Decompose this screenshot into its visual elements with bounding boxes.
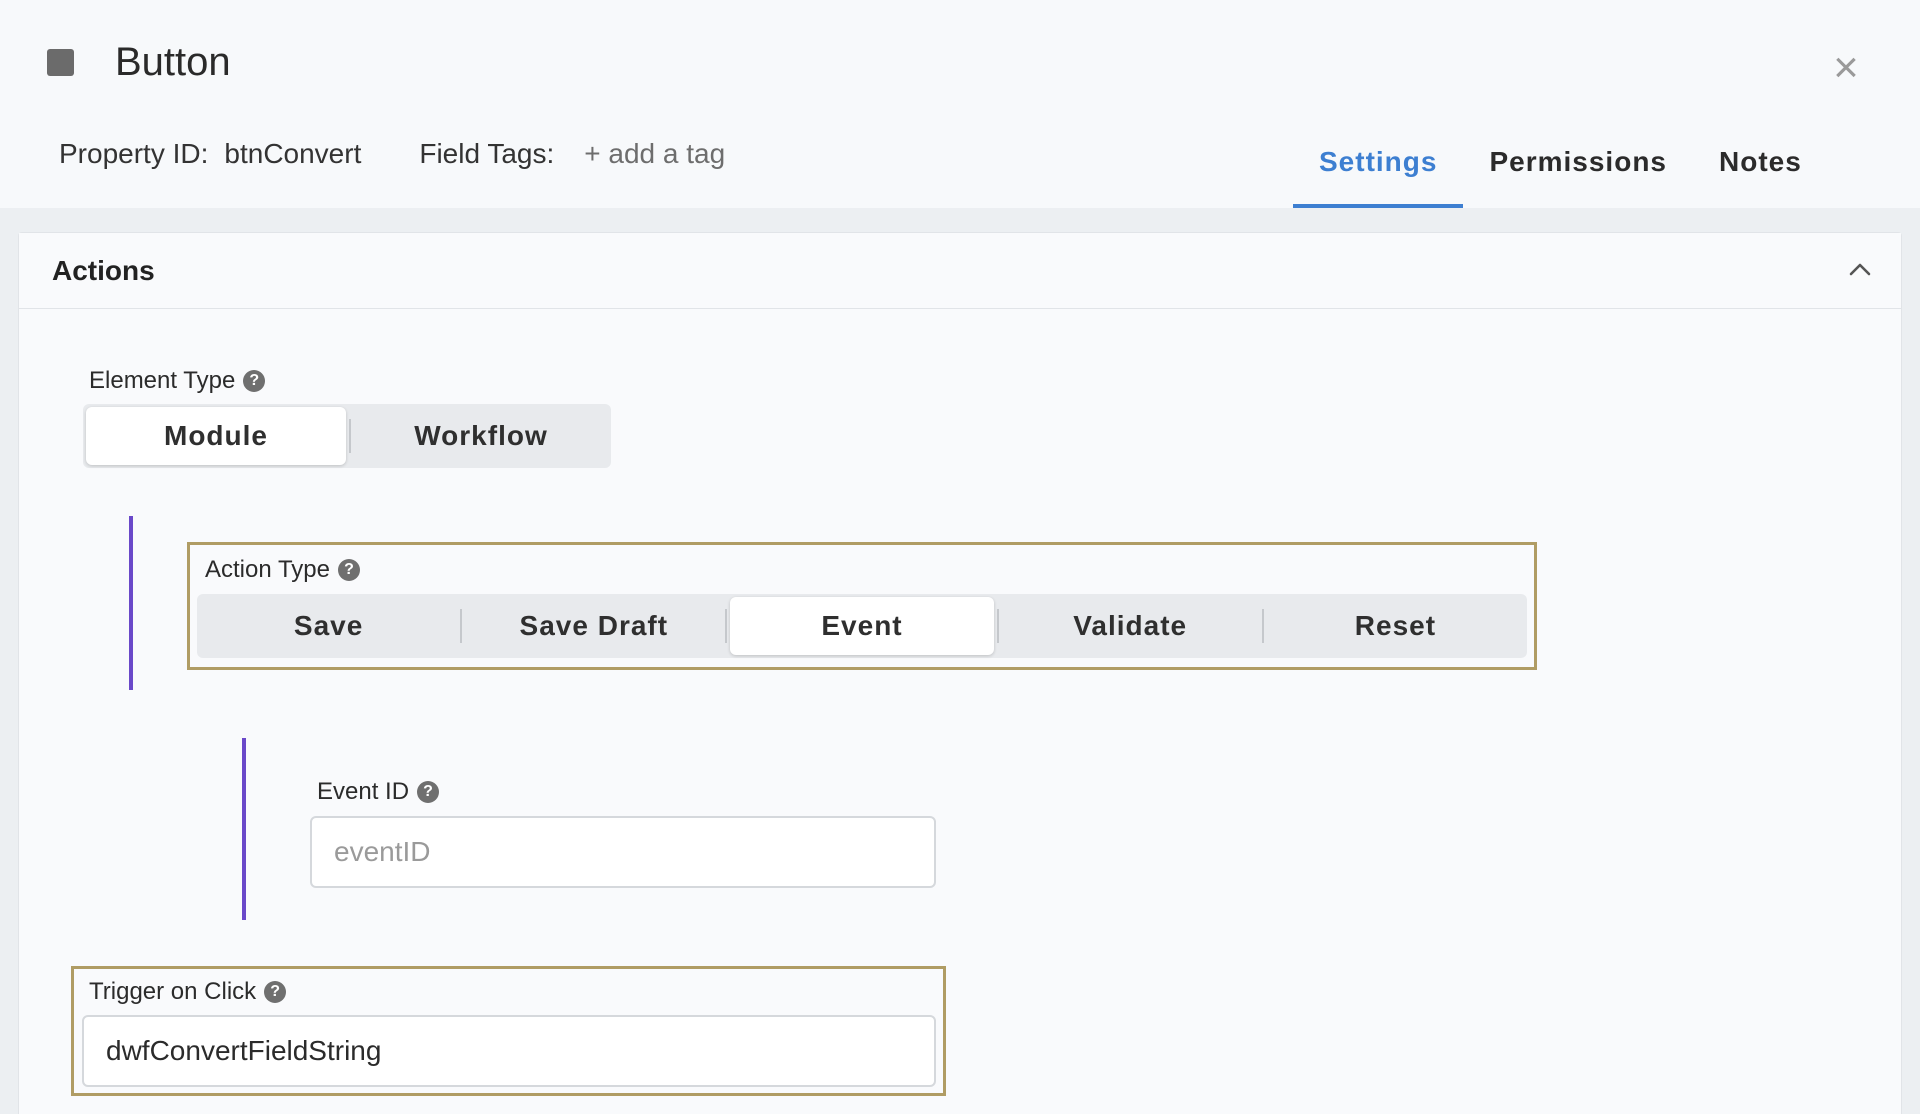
element-type-option-workflow[interactable]: Workflow: [351, 404, 611, 468]
panel-title: Actions: [52, 255, 155, 286]
tab-settings[interactable]: Settings: [1293, 138, 1464, 208]
trigger-on-click-label-text: Trigger on Click: [89, 978, 257, 1005]
add-tag-link[interactable]: + add a tag: [584, 138, 725, 170]
help-icon[interactable]: ?: [243, 370, 266, 392]
element-type-label: Element Type ?: [89, 367, 266, 395]
action-type-label-text: Action Type: [205, 556, 330, 583]
nested-indicator-bar: [242, 738, 246, 920]
help-icon[interactable]: ?: [417, 781, 440, 803]
help-icon[interactable]: ?: [337, 559, 360, 581]
element-type-label-text: Element Type: [89, 367, 236, 394]
action-type-option-reset[interactable]: Reset: [1264, 594, 1527, 658]
action-type-option-validate[interactable]: Validate: [999, 594, 1262, 658]
trigger-on-click-input[interactable]: dwfConvertFieldString: [82, 1015, 936, 1087]
modal-title: Button: [115, 40, 231, 84]
modal-header: Button × Property ID: btnConvert Field T…: [0, 0, 1920, 208]
help-icon[interactable]: ?: [264, 981, 287, 1003]
action-type-option-save[interactable]: Save: [197, 594, 460, 658]
square-icon: [47, 49, 74, 76]
action-type-option-save-draft[interactable]: Save Draft: [462, 594, 725, 658]
tab-notes[interactable]: Notes: [1693, 138, 1828, 208]
event-id-label: Event ID ?: [317, 778, 440, 806]
nested-indicator-bar: [129, 516, 133, 690]
action-type-toggle: Save Save Draft Event Validate Reset: [197, 594, 1527, 658]
element-type-toggle: Module Workflow: [83, 404, 611, 468]
event-id-label-text: Event ID: [317, 778, 410, 805]
chevron-up-icon[interactable]: [1849, 259, 1871, 281]
tab-permissions[interactable]: Permissions: [1463, 138, 1693, 208]
event-id-input[interactable]: eventID: [310, 816, 936, 888]
action-type-option-event[interactable]: Event: [730, 597, 994, 655]
trigger-on-click-label: Trigger on Click ?: [89, 978, 287, 1006]
property-id-value: btnConvert: [224, 138, 362, 169]
field-tags-label: Field Tags:: [419, 138, 555, 169]
close-icon[interactable]: ×: [1826, 46, 1866, 90]
tab-bar: Settings Permissions Notes: [1293, 138, 1828, 208]
divider: [725, 609, 728, 643]
element-type-option-module[interactable]: Module: [86, 407, 346, 465]
property-id-label: Property ID:: [59, 138, 209, 169]
property-meta-row: Property ID: btnConvert Field Tags: + ad…: [59, 138, 725, 170]
action-type-label: Action Type ?: [205, 556, 360, 584]
actions-panel-header[interactable]: Actions: [19, 233, 1901, 309]
